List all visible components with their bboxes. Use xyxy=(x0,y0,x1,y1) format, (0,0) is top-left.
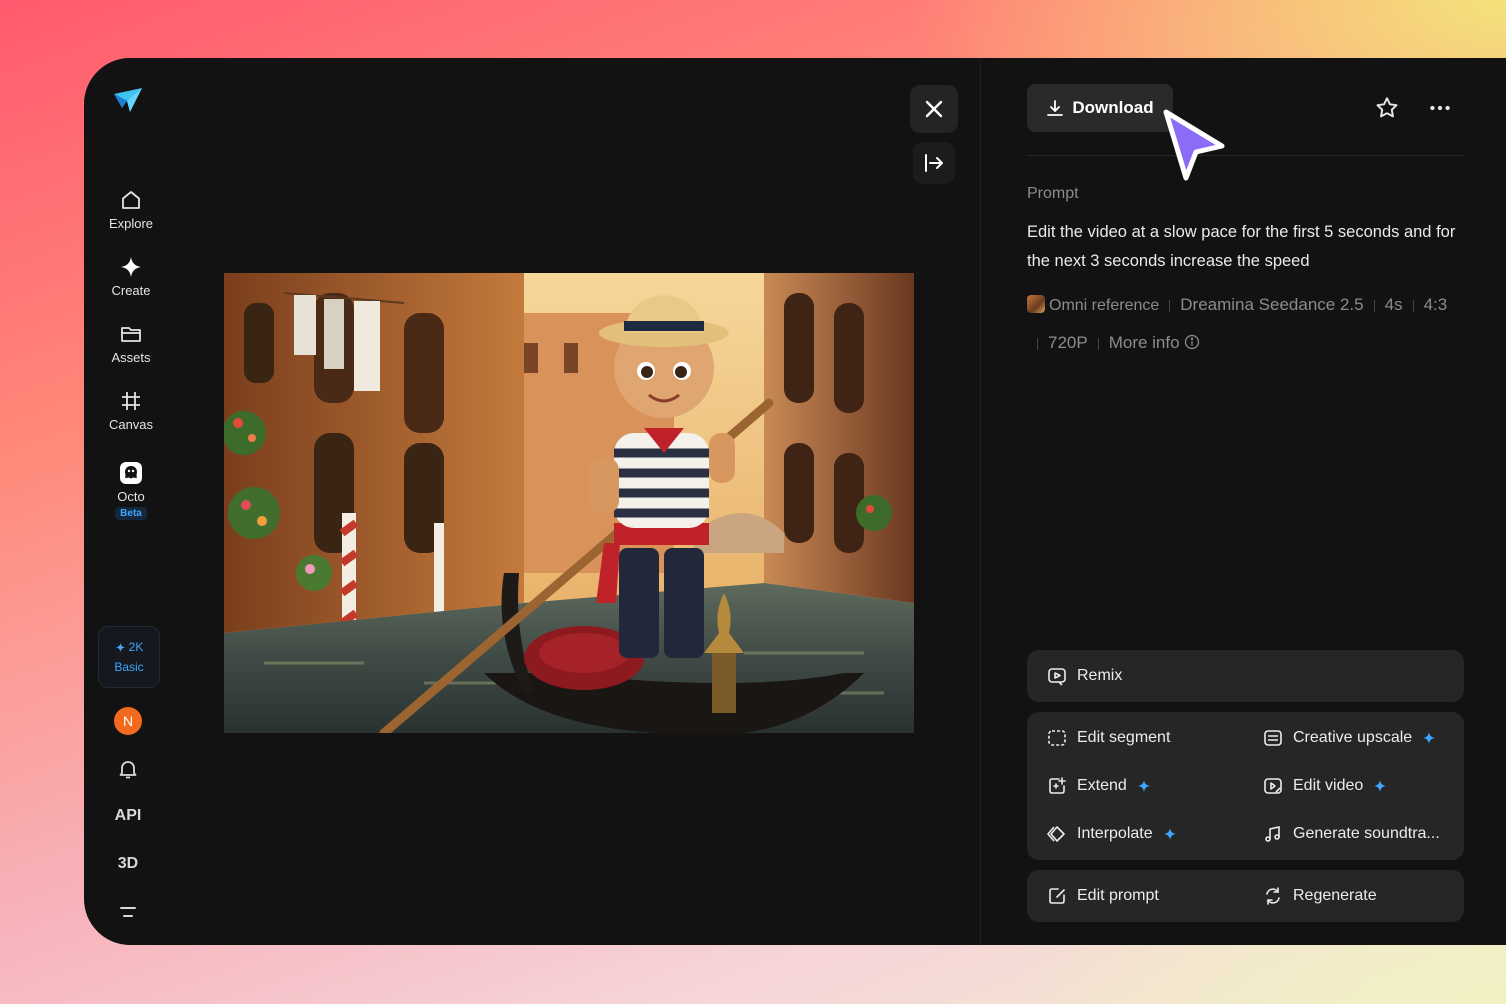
duration: 4s xyxy=(1384,295,1403,314)
star-icon[interactable] xyxy=(1374,95,1400,121)
app-logo-icon[interactable] xyxy=(110,82,146,118)
details-panel: Download Prompt Edit the video at a slow… xyxy=(1027,58,1464,945)
regenerate-label: Regenerate xyxy=(1293,887,1377,904)
reference-label[interactable]: Omni reference xyxy=(1049,297,1159,314)
close-icon xyxy=(925,100,943,118)
regenerate-icon xyxy=(1266,887,1280,905)
generation-meta: Omni reference Dreamina Seedance 2.5 4s 4:3… xyxy=(1027,286,1464,361)
extend-icon xyxy=(1049,777,1066,794)
home-icon xyxy=(122,191,140,209)
creative-upscale-button[interactable]: Creative upscale xyxy=(1263,728,1436,748)
nav-explore-label: Explore xyxy=(108,216,154,231)
edit-segment-icon xyxy=(1048,730,1066,746)
canvas-icon xyxy=(122,392,140,410)
arrow-right-to-bar-icon xyxy=(925,154,943,172)
more-info-link[interactable]: More info xyxy=(1109,333,1200,352)
more-info-label: More info xyxy=(1108,333,1180,352)
model-name: Dreamina Seedance 2.5 xyxy=(1180,295,1364,314)
edit-tools-card: Edit segment Creative upscale Extend Edi… xyxy=(1027,712,1464,860)
music-note-icon xyxy=(1265,826,1280,842)
nav-canvas[interactable]: Canvas xyxy=(90,389,172,432)
interpolate-label: Interpolate xyxy=(1077,825,1153,842)
folder-icon xyxy=(121,327,141,342)
sparkle-icon xyxy=(1423,732,1436,744)
pointer-cursor-icon xyxy=(1163,109,1225,181)
edit-segment-button[interactable]: Edit segment xyxy=(1047,728,1170,748)
generate-soundtrack-button[interactable]: Generate soundtra... xyxy=(1263,824,1440,844)
edit-prompt-icon xyxy=(1049,888,1065,904)
close-button[interactable] xyxy=(910,85,958,133)
info-icon xyxy=(1184,334,1199,350)
interpolate-button[interactable]: Interpolate xyxy=(1047,824,1177,844)
panel-divider xyxy=(980,58,981,945)
creative-upscale-label: Creative upscale xyxy=(1293,729,1413,746)
nav-canvas-label: Canvas xyxy=(108,417,154,432)
interpolate-icon xyxy=(1047,826,1065,842)
prompt-actions-card: Edit prompt Regenerate xyxy=(1027,870,1464,922)
nav-octo-label: Octo xyxy=(117,489,145,504)
nav-create[interactable]: Create xyxy=(90,255,172,298)
edit-prompt-button[interactable]: Edit prompt xyxy=(1047,886,1159,906)
sparkle-icon xyxy=(1163,828,1176,840)
panel-separator xyxy=(1027,155,1464,156)
remix-label: Remix xyxy=(1077,667,1123,684)
download-icon xyxy=(1047,100,1064,116)
regenerate-button[interactable]: Regenerate xyxy=(1263,886,1377,906)
edit-video-button[interactable]: Edit video xyxy=(1263,776,1387,796)
avatar[interactable]: N xyxy=(114,707,142,735)
beta-badge: Beta xyxy=(115,507,147,520)
sidebar: Explore Create Assets Canvas Octo Beta 2… xyxy=(84,58,176,945)
nav-create-label: Create xyxy=(111,283,151,298)
aspect-ratio: 4:3 xyxy=(1423,295,1448,314)
gondolier-illustration xyxy=(224,273,914,733)
sparkle-icon xyxy=(121,257,141,277)
remix-button[interactable]: Remix xyxy=(1047,666,1122,686)
nav-assets-label: Assets xyxy=(111,350,151,365)
app-window: Explore Create Assets Canvas Octo Beta 2… xyxy=(84,58,1506,945)
plan-tier: Basic xyxy=(114,660,144,674)
3d-link[interactable]: 3D xyxy=(104,855,152,873)
prompt-label: Prompt xyxy=(1027,185,1079,202)
generate-soundtrack-label: Generate soundtra... xyxy=(1293,825,1440,842)
resolution: 720P xyxy=(1048,333,1088,352)
remix-card: Remix xyxy=(1027,650,1464,702)
collapse-panel-button[interactable] xyxy=(913,142,955,184)
extend-button[interactable]: Extend xyxy=(1047,776,1151,796)
download-label: Download xyxy=(1072,98,1154,117)
edit-video-label: Edit video xyxy=(1293,777,1364,794)
reference-thumbnail xyxy=(1027,295,1045,313)
video-preview[interactable] xyxy=(224,273,914,733)
remix-icon xyxy=(1048,668,1066,686)
api-link[interactable]: API xyxy=(104,807,152,825)
nav-assets[interactable]: Assets xyxy=(90,322,172,365)
more-options-icon[interactable] xyxy=(1427,95,1453,121)
sparkle-icon xyxy=(115,642,125,652)
plan-credits-button[interactable]: 2K Basic xyxy=(98,626,160,688)
plan-credits: 2K xyxy=(128,640,144,654)
octo-icon xyxy=(120,462,142,484)
download-button[interactable]: Download xyxy=(1027,84,1173,132)
edit-video-icon xyxy=(1264,778,1282,794)
prompt-text: Edit the video at a slow pace for the fi… xyxy=(1027,223,1456,270)
bell-icon[interactable] xyxy=(116,757,140,781)
nav-explore[interactable]: Explore xyxy=(90,188,172,231)
edit-prompt-label: Edit prompt xyxy=(1077,887,1159,904)
extend-label: Extend xyxy=(1077,777,1127,794)
upscale-icon xyxy=(1264,730,1282,746)
edit-segment-label: Edit segment xyxy=(1077,729,1171,746)
sparkle-icon xyxy=(1374,780,1387,792)
sparkle-icon xyxy=(1137,780,1150,792)
menu-icon[interactable] xyxy=(116,900,140,924)
nav-octo[interactable]: Octo Beta xyxy=(90,461,172,520)
